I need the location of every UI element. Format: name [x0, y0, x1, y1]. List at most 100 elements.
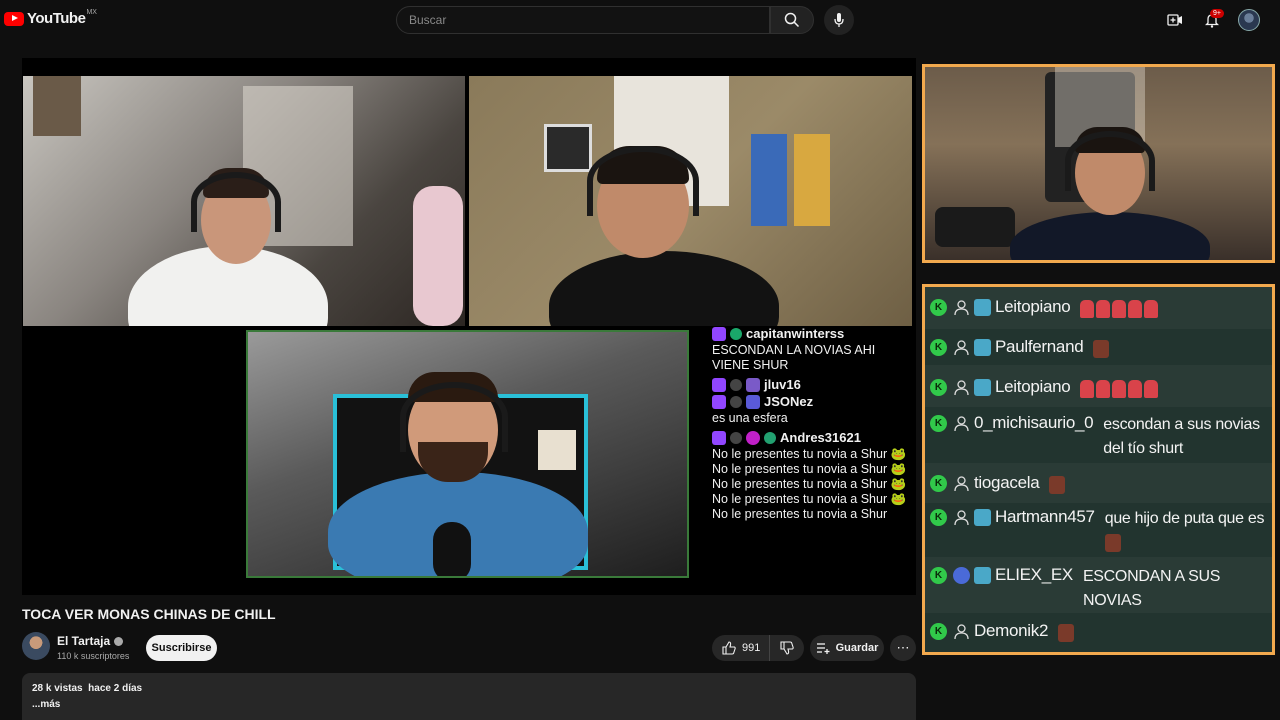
show-more-link[interactable]: ...más	[32, 699, 906, 710]
view-count: 28 k vistas	[32, 683, 83, 694]
twitch-icon	[712, 430, 726, 445]
top-bar: YouTube MX 9+	[0, 0, 1280, 40]
chat-row: K Leitopiano	[925, 369, 1272, 405]
sub-badge-icon	[746, 377, 760, 392]
sub-badge-icon	[746, 394, 760, 409]
user-avatar-icon	[953, 567, 970, 584]
sub-badge-icon	[974, 567, 991, 584]
chat-username: jluv16	[764, 377, 801, 392]
search-button[interactable]	[770, 6, 814, 34]
voice-search-button[interactable]	[824, 5, 854, 35]
chat-emotes	[1058, 621, 1075, 645]
user-icon	[954, 340, 969, 356]
sub-badge-icon	[974, 299, 991, 316]
chat-row: K 0_michisaurio_0 escondan a sus novias …	[925, 407, 1272, 463]
chat-emotes	[1080, 297, 1160, 321]
headphones	[1065, 131, 1155, 191]
like-button[interactable]: 991	[712, 635, 770, 661]
camera-feed-bottom-center	[246, 330, 689, 578]
chat-username: JSONez	[764, 394, 814, 409]
dislike-button[interactable]	[770, 635, 804, 661]
chat-message-header: capitanwinterss	[712, 326, 912, 341]
kick-badge-icon: K	[930, 475, 947, 492]
person-shirt	[1010, 212, 1210, 260]
chat-emotes	[1080, 377, 1160, 401]
kick-badge-icon: K	[930, 339, 947, 356]
badge-icon	[730, 395, 742, 408]
chat-message-text: es una esfera	[712, 411, 788, 425]
person-shirt	[549, 251, 779, 326]
chat-message-text: ESCONDAN A SUS NOVIAS	[1082, 568, 1221, 609]
chat-username: Leitopiano	[995, 297, 1071, 316]
chat-row: K Leitopiano	[925, 291, 1272, 325]
create-button[interactable]	[1165, 8, 1185, 32]
playlist-add-icon	[816, 643, 830, 654]
account-avatar	[1238, 9, 1260, 31]
save-button[interactable]: Guardar	[810, 635, 884, 661]
description-box[interactable]: 28 k vistas hace 2 días ...más	[22, 673, 916, 720]
chat-username: Leitopiano	[995, 377, 1071, 396]
kick-badge-icon: K	[930, 415, 947, 432]
sub-badge-icon	[974, 379, 991, 396]
search-box[interactable]	[396, 6, 770, 34]
twitch-icon	[712, 394, 726, 409]
channel-name-link[interactable]: El Tartaja	[57, 634, 124, 648]
video-player[interactable]: capitanwinterss ESCONDAN LA NOVIAS AHI V…	[22, 58, 916, 595]
chat-username: capitanwinterss	[746, 326, 845, 341]
headphones	[191, 172, 281, 232]
logo-text: YouTube	[27, 10, 86, 27]
chat-row: K Hartmann457 que hijo de puta que es	[925, 503, 1272, 557]
badge-icon	[730, 327, 742, 340]
microphone-arm	[935, 207, 1015, 247]
chat-username: 0_michisaurio_0	[974, 413, 1094, 432]
notification-count-badge: 9+	[1210, 9, 1224, 18]
camera-feed-top-right	[469, 76, 912, 326]
badge-icon	[730, 431, 742, 444]
more-actions-button[interactable]: ⋯	[890, 635, 916, 661]
chat-username: Paulfernand	[995, 337, 1084, 356]
chat-username: ELIEX_EX	[995, 565, 1073, 584]
like-count: 991	[742, 642, 761, 654]
chat-message-header: jluv16	[712, 377, 912, 392]
chat-message-with-emote: que hijo de puta que es	[1104, 507, 1265, 555]
chat-emotes	[1093, 337, 1110, 361]
heart-badge-icon	[746, 430, 760, 445]
video-title: TOCA VER MONAS CHINAS DE CHILL	[22, 606, 276, 622]
user-icon	[954, 416, 969, 432]
kick-badge-icon: K	[930, 623, 947, 640]
microphone-icon	[834, 13, 844, 27]
microphone	[433, 522, 471, 576]
youtube-logo[interactable]: YouTube MX	[4, 9, 97, 27]
chat-username: Demonik2	[974, 621, 1049, 640]
create-video-icon	[1167, 14, 1182, 26]
search-input[interactable]	[397, 7, 769, 33]
stream-chat-overlay: K Leitopiano K Paulfernand K Leitopiano …	[922, 284, 1275, 655]
sub-badge-icon	[974, 509, 991, 526]
subscriber-count: 110 k suscriptores	[57, 651, 130, 661]
thumbs-up-icon	[722, 641, 736, 655]
chat-message-header: Andres31621	[712, 430, 912, 445]
account-button[interactable]	[1237, 8, 1261, 32]
channel-avatar[interactable]	[22, 632, 50, 660]
headphones	[587, 146, 699, 216]
kick-badge-icon: K	[930, 379, 947, 396]
chat-message-header: JSONez	[712, 394, 912, 409]
youtube-play-icon	[4, 11, 24, 26]
chat-message-text: que hijo de puta que es	[1104, 510, 1265, 527]
upload-date: hace 2 días	[88, 683, 143, 694]
kick-badge-icon: K	[930, 299, 947, 316]
logo-region: MX	[86, 9, 97, 16]
user-icon	[954, 510, 969, 526]
badge-icon	[764, 431, 776, 444]
streamer-camera-overlay	[922, 64, 1275, 263]
camera-feed-top-left	[23, 76, 465, 326]
badge-icon	[730, 378, 742, 391]
subscribe-button[interactable]: Suscribirse	[146, 635, 217, 661]
notifications-button[interactable]: 9+	[1198, 8, 1226, 32]
user-icon	[954, 624, 969, 640]
save-label: Guardar	[835, 642, 879, 654]
user-icon	[954, 476, 969, 492]
chat-row: K Demonik2	[925, 613, 1272, 652]
chat-row: K Paulfernand	[925, 329, 1272, 365]
description-meta: 28 k vistas hace 2 días	[32, 683, 906, 694]
